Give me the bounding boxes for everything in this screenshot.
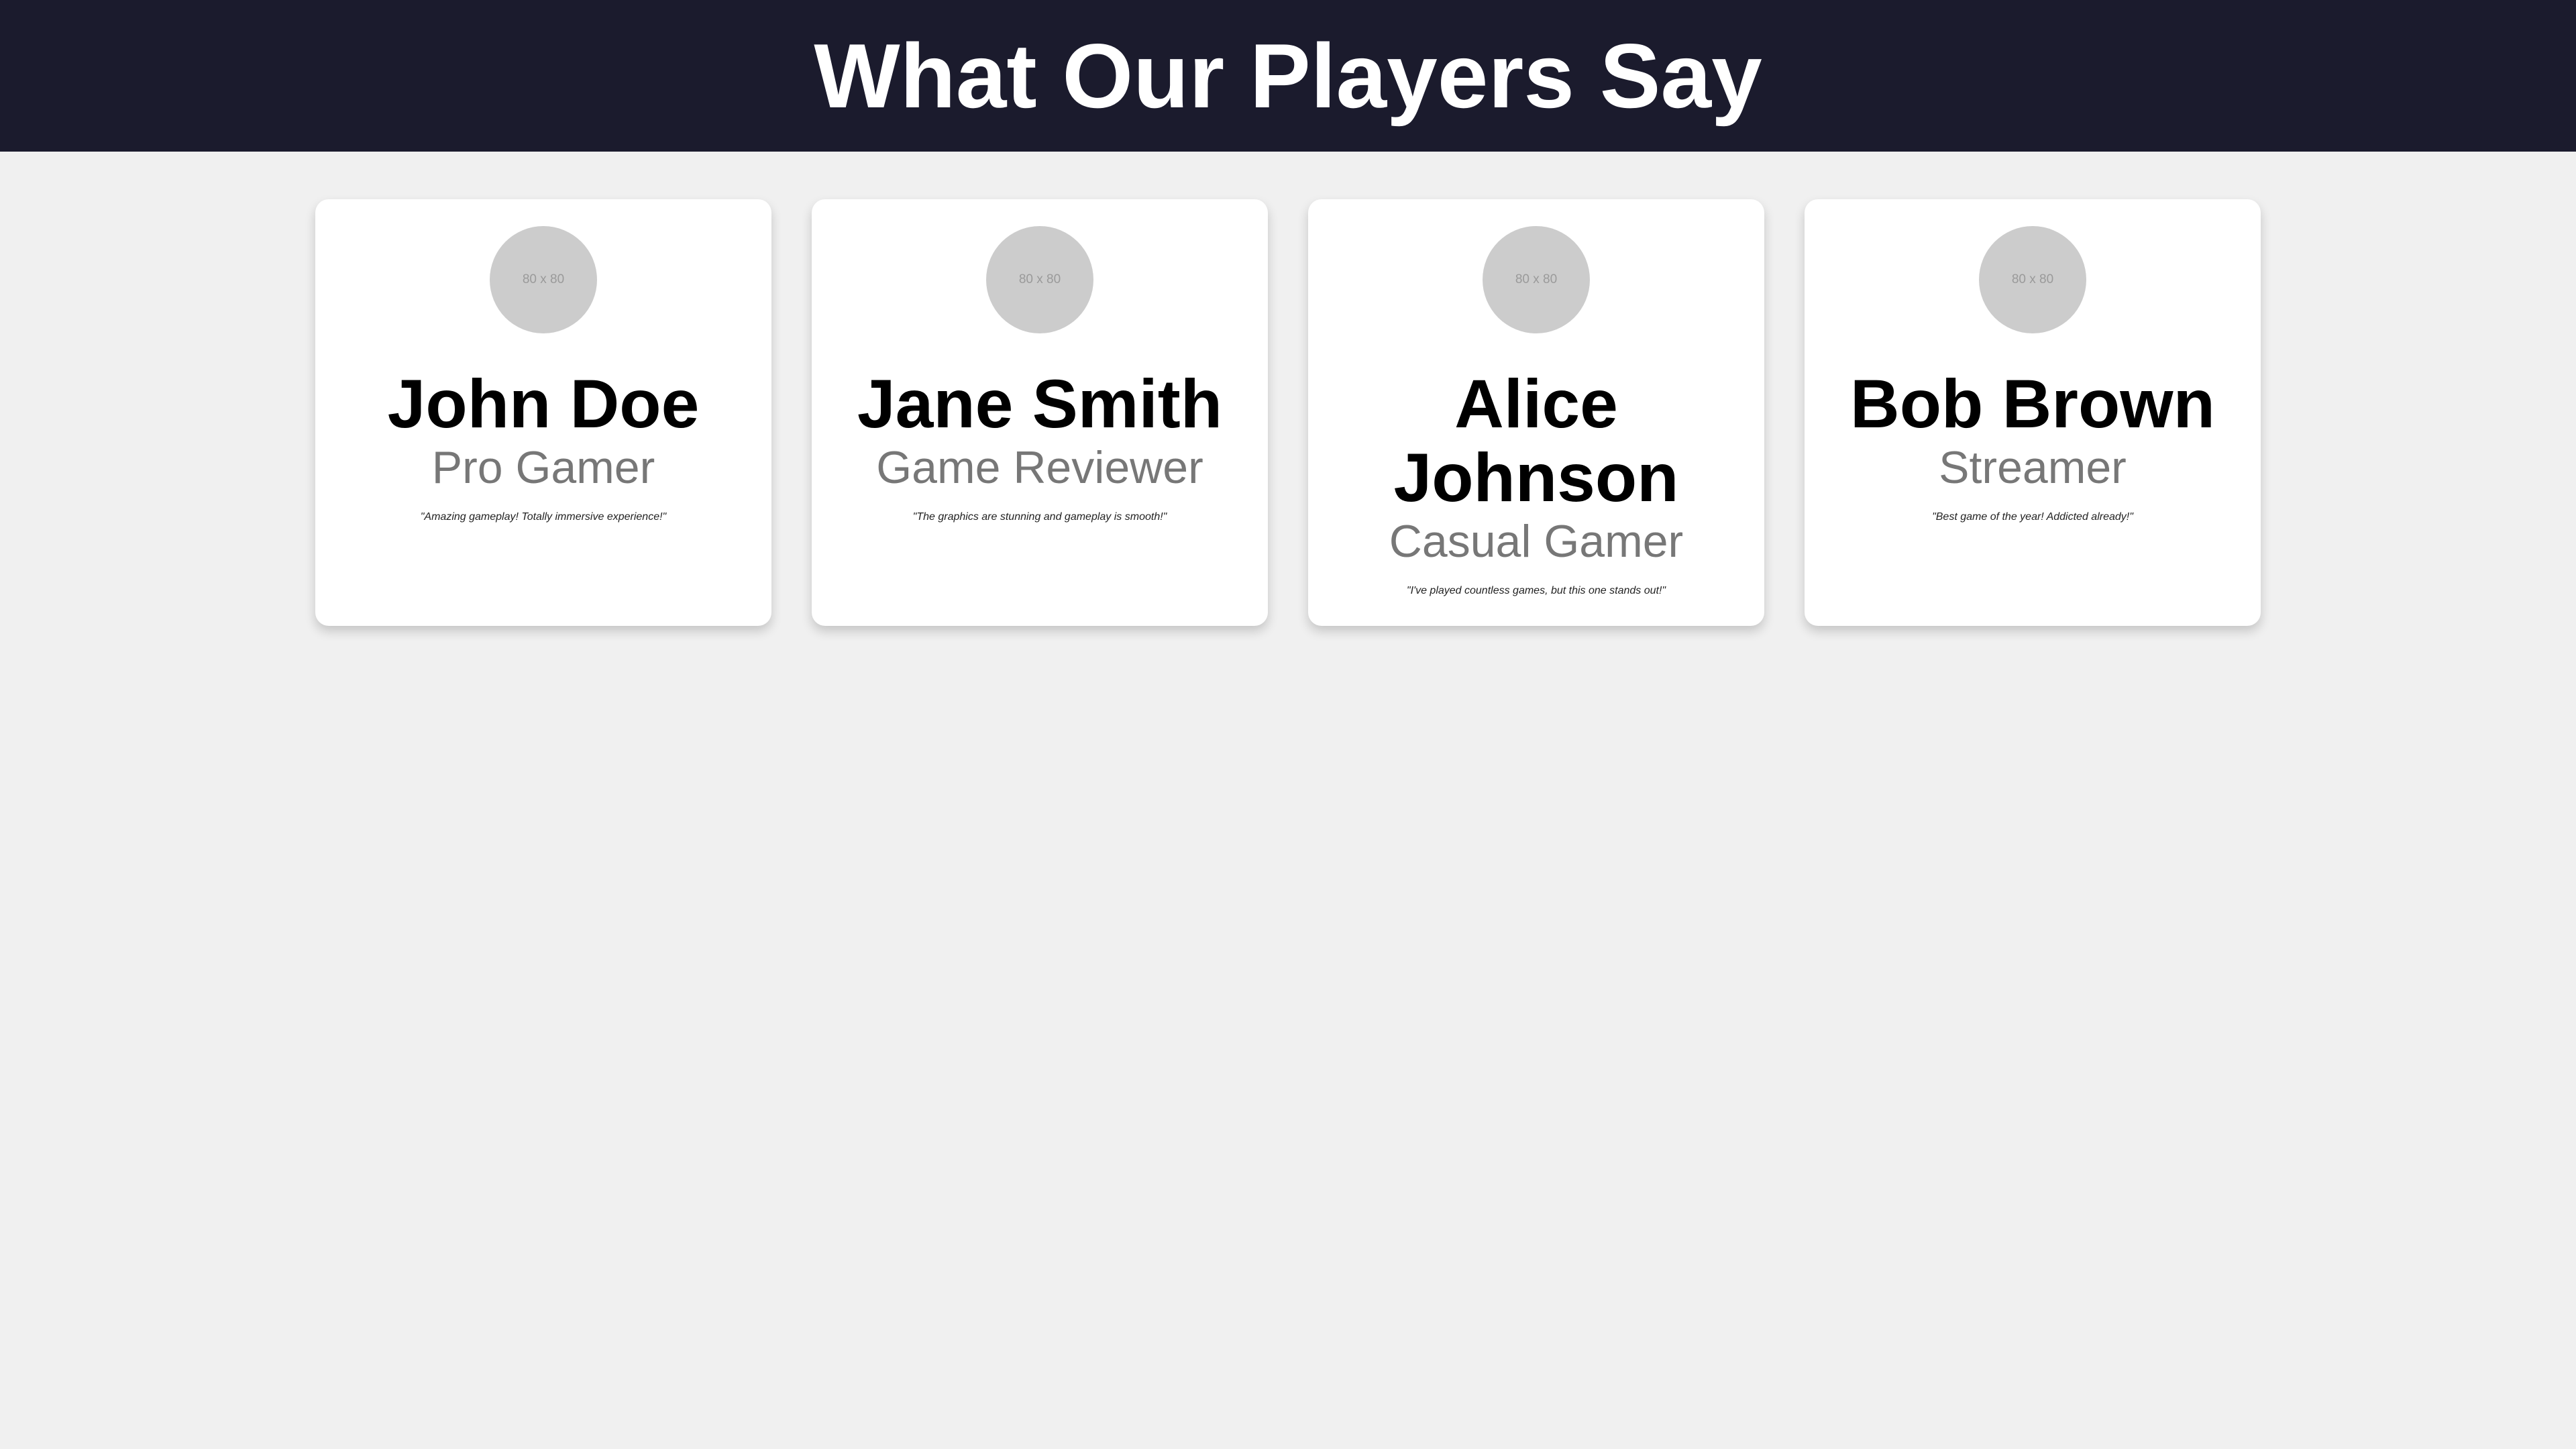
testimonial-card-john-doe: 80 x 80 John Doe Pro Gamer "Amazing game… [315, 199, 771, 626]
testimonial-quote: "The graphics are stunning and gameplay … [912, 511, 1167, 523]
testimonial-quote: "I've played countless games, but this o… [1406, 585, 1666, 596]
avatar-placeholder: 80 x 80 [986, 226, 1093, 333]
testimonial-name: John Doe [387, 366, 700, 442]
testimonial-name: Alice Johnson [1393, 366, 1679, 516]
testimonial-role: Streamer [1939, 442, 2127, 493]
testimonial-role: Pro Gamer [431, 442, 655, 493]
testimonial-card-bob-brown: 80 x 80 Bob Brown Streamer "Best game of… [1805, 199, 2261, 626]
avatar-placeholder: 80 x 80 [1483, 226, 1590, 333]
testimonials-grid: 80 x 80 John Doe Pro Gamer "Amazing game… [315, 199, 2261, 626]
testimonial-quote: "Best game of the year! Addicted already… [1932, 511, 2133, 523]
testimonial-name: Bob Brown [1850, 366, 2215, 442]
page-title: What Our Players Say [814, 25, 1762, 127]
page-header: What Our Players Say [0, 0, 2576, 152]
testimonial-quote: "Amazing gameplay! Totally immersive exp… [420, 511, 667, 523]
testimonial-role: Game Reviewer [876, 442, 1203, 493]
avatar-placeholder: 80 x 80 [490, 226, 597, 333]
avatar-placeholder: 80 x 80 [1979, 226, 2086, 333]
testimonial-name: Jane Smith [857, 366, 1223, 442]
testimonial-card-alice-johnson: 80 x 80 Alice Johnson Casual Gamer "I've… [1308, 199, 1764, 626]
testimonial-card-jane-smith: 80 x 80 Jane Smith Game Reviewer "The gr… [812, 199, 1268, 626]
testimonial-role: Casual Gamer [1389, 516, 1684, 567]
